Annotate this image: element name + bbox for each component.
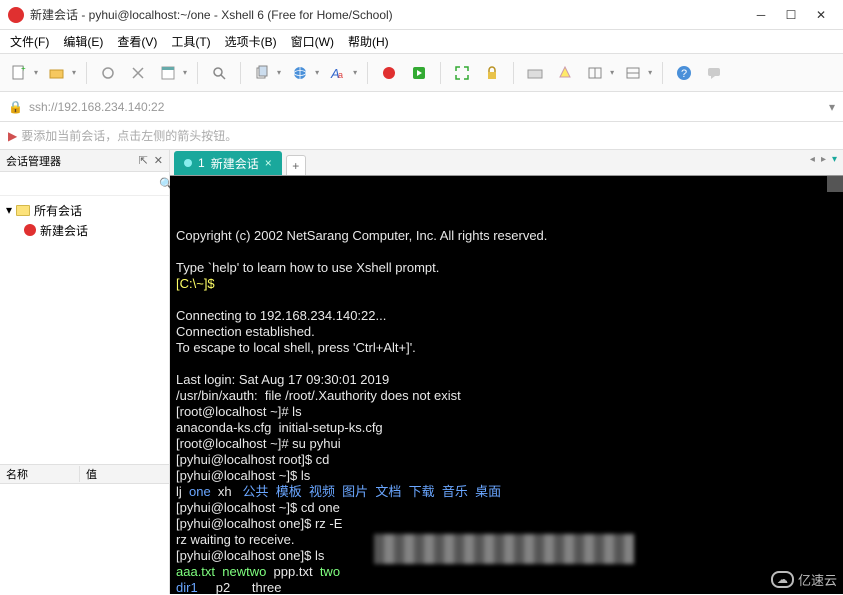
tab-nav: ◂ ▸ ▾ [810, 154, 837, 165]
properties-body [0, 484, 169, 594]
toolbar: +▾ ▾ ▾ ▾ ▾ Aa▾ ▾ ▾ ? [0, 54, 843, 92]
col-name: 名称 [0, 466, 80, 482]
session-tree: ▾ 所有会话 新建会话 [0, 196, 169, 464]
flag-icon: ▶ [8, 129, 17, 143]
pin-icon[interactable]: ⇱ [139, 154, 148, 167]
tab-active[interactable]: 1 新建会话 × [174, 151, 282, 175]
tab-close-icon[interactable]: × [265, 156, 272, 170]
globe-icon[interactable] [289, 62, 311, 84]
hint-bar: ▶ 要添加当前会话，点击左侧的箭头按钮。 [0, 122, 843, 150]
terminal[interactable]: Copyright (c) 2002 NetSarang Computer, I… [170, 176, 843, 594]
open-folder-icon[interactable] [46, 62, 68, 84]
maximize-button[interactable]: ☐ [785, 9, 797, 21]
session-manager-header: 会话管理器 ⇱ ✕ [0, 150, 169, 172]
tab-prev-icon[interactable]: ◂ [810, 154, 815, 165]
search-icon[interactable] [208, 62, 230, 84]
play-icon[interactable] [408, 62, 430, 84]
tree-root-all-sessions[interactable]: ▾ 所有会话 [2, 200, 167, 220]
hint-text: 要添加当前会话，点击左侧的箭头按钮。 [21, 127, 237, 144]
layout-icon[interactable] [584, 62, 606, 84]
font-icon[interactable]: Aa [327, 62, 349, 84]
tab-label: 新建会话 [211, 155, 259, 172]
watermark: ☁ 亿速云 [771, 570, 837, 589]
chat-icon[interactable] [703, 62, 725, 84]
tab-status-icon [184, 159, 192, 167]
tab-bar: 1 新建会话 × + ◂ ▸ ▾ [170, 150, 843, 176]
tree-label: 新建会话 [40, 222, 88, 239]
svg-text:+: + [21, 65, 26, 73]
session-search-input[interactable] [4, 177, 159, 191]
session-manager-panel: 会话管理器 ⇱ ✕ 🔍 ▾ 所有会话 新建会话 名称 值 [0, 150, 170, 594]
menu-file[interactable]: 文件(F) [10, 33, 49, 50]
session-search: 🔍 [0, 172, 169, 196]
tab-next-icon[interactable]: ▸ [821, 154, 826, 165]
tree-item-new-session[interactable]: 新建会话 [2, 220, 167, 240]
tab-index: 1 [198, 156, 205, 170]
collapse-icon[interactable]: ▾ [6, 203, 12, 217]
copy-icon[interactable] [251, 62, 273, 84]
terminal-area: 1 新建会话 × + ◂ ▸ ▾ Copyright (c) 2002 NetS… [170, 150, 843, 594]
folder-icon [16, 205, 30, 216]
minimize-button[interactable]: ─ [755, 9, 767, 21]
record-icon[interactable] [378, 62, 400, 84]
col-value: 值 [80, 466, 103, 482]
fullscreen-icon[interactable] [451, 62, 473, 84]
address-bar: 🔒 ▾ [0, 92, 843, 122]
reconnect-icon[interactable] [97, 62, 119, 84]
scroll-indicator[interactable] [827, 176, 843, 192]
session-icon [24, 224, 36, 236]
keyboard-icon[interactable] [524, 62, 546, 84]
svg-text:a: a [338, 70, 343, 80]
layout2-icon[interactable] [622, 62, 644, 84]
menu-tools[interactable]: 工具(T) [171, 33, 210, 50]
session-manager-title: 会话管理器 [6, 153, 61, 169]
new-doc-icon[interactable]: + [8, 62, 30, 84]
menu-edit[interactable]: 编辑(E) [63, 33, 103, 50]
menu-bar: 文件(F) 编辑(E) 查看(V) 工具(T) 选项卡(B) 窗口(W) 帮助(… [0, 30, 843, 54]
svg-text:?: ? [681, 68, 687, 80]
lock-icon: 🔒 [8, 100, 23, 114]
tab-menu-icon[interactable]: ▾ [832, 154, 837, 165]
properties-header: 名称 值 [0, 464, 169, 484]
menu-window[interactable]: 窗口(W) [291, 33, 334, 50]
watermark-text: 亿速云 [798, 570, 837, 589]
address-input[interactable] [29, 100, 823, 114]
main-area: 会话管理器 ⇱ ✕ 🔍 ▾ 所有会话 新建会话 名称 值 [0, 150, 843, 594]
app-icon [8, 7, 24, 23]
menu-view[interactable]: 查看(V) [117, 33, 157, 50]
menu-tabs[interactable]: 选项卡(B) [225, 33, 277, 50]
highlight-icon[interactable] [554, 62, 576, 84]
close-button[interactable]: ✕ [815, 9, 827, 21]
menu-help[interactable]: 帮助(H) [348, 33, 389, 50]
cloud-icon: ☁ [771, 571, 794, 588]
title-bar: 新建会话 - pyhui@localhost:~/one - Xshell 6 … [0, 0, 843, 30]
help-icon[interactable]: ? [673, 62, 695, 84]
properties-icon[interactable] [157, 62, 179, 84]
address-dropdown-icon[interactable]: ▾ [829, 100, 835, 114]
disconnect-icon[interactable] [127, 62, 149, 84]
window-title: 新建会话 - pyhui@localhost:~/one - Xshell 6 … [30, 6, 755, 23]
tree-label: 所有会话 [34, 202, 82, 219]
tab-add-button[interactable]: + [286, 155, 306, 175]
panel-close-icon[interactable]: ✕ [154, 154, 163, 167]
lock-icon[interactable] [481, 62, 503, 84]
